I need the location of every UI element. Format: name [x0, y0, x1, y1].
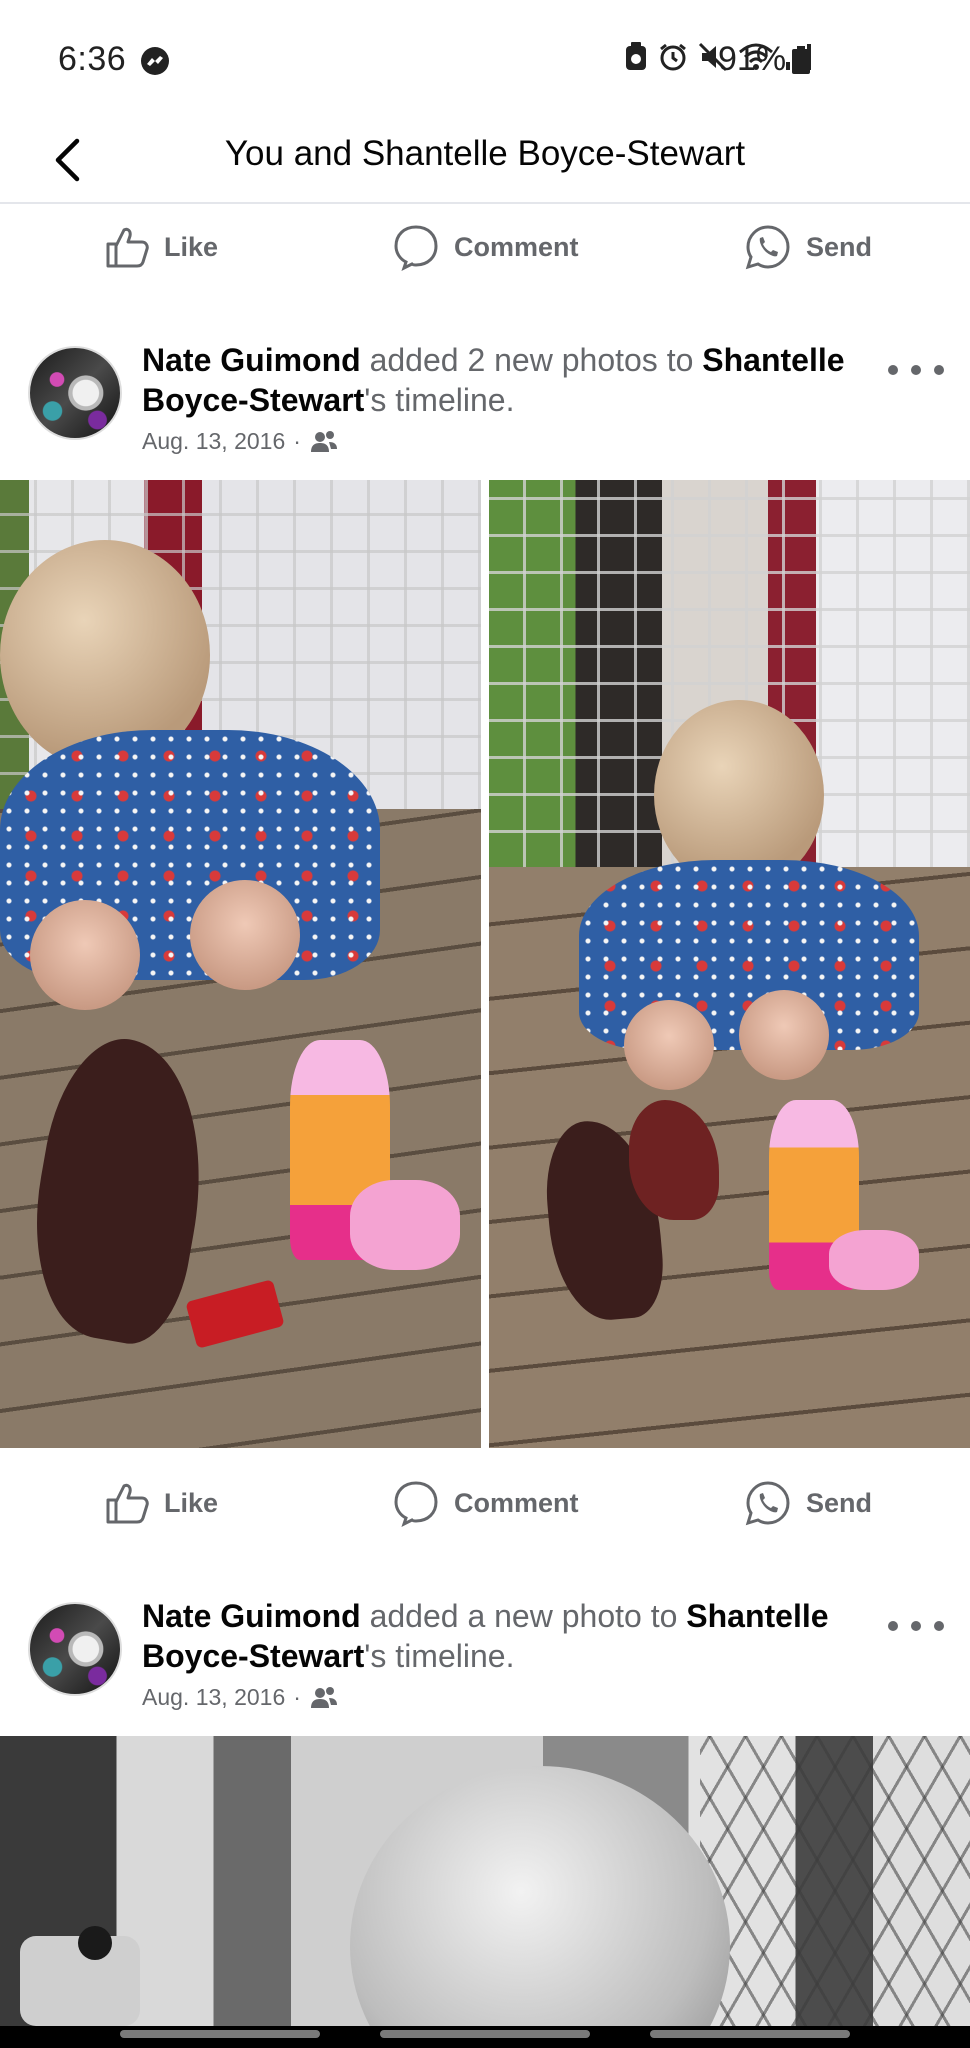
thumbs-up-icon [106, 1483, 149, 1524]
post-story-text: Nate Guimond added a new photo to Shante… [142, 1598, 829, 1674]
more-options-button[interactable] [888, 350, 944, 390]
status-bar: 6:36 91% [0, 0, 970, 120]
thumbs-up-icon [106, 227, 149, 268]
comment-bubble-icon [394, 225, 438, 271]
more-dots-icon [888, 365, 898, 375]
comment-button[interactable]: Comment [392, 223, 579, 271]
data-saver-icon [624, 42, 648, 72]
post-date[interactable]: Aug. 13, 2016 [142, 1684, 285, 1711]
comment-label: Comment [454, 1487, 579, 1518]
post-header: Nate Guimond added 2 new photos to Shant… [0, 330, 970, 480]
messenger-icon [140, 46, 170, 76]
friends-icon [310, 1686, 337, 1708]
more-options-button[interactable] [888, 1606, 944, 1646]
photo-3[interactable] [0, 1736, 970, 2026]
post-story-text: Nate Guimond added 2 new photos to Shant… [142, 342, 845, 418]
comment-button[interactable]: Comment [392, 1479, 579, 1527]
send-button[interactable]: Send [744, 223, 872, 271]
photo-grid [0, 480, 970, 1448]
comment-bubble-icon [394, 1481, 438, 1527]
send-label: Send [806, 1487, 873, 1518]
avatar[interactable] [28, 346, 122, 440]
nav-back[interactable] [650, 2030, 850, 2038]
avatar[interactable] [28, 1602, 122, 1696]
post-meta: Aug. 13, 2016 · [142, 428, 339, 455]
post-actions: Like Comment Send [0, 1448, 970, 1558]
comment-label: Comment [454, 231, 579, 262]
author-name[interactable]: Nate Guimond [142, 1598, 361, 1634]
like-label: Like [164, 231, 219, 262]
whatsapp-send-icon [745, 1481, 790, 1526]
post-meta: Aug. 13, 2016 · [142, 1684, 339, 1711]
battery-icon [792, 46, 810, 79]
post-actions: Like Comment Send [0, 192, 970, 302]
post-date[interactable]: Aug. 13, 2016 [142, 428, 285, 455]
post-header: Nate Guimond added a new photo to Shante… [0, 1586, 970, 1736]
nav-recents[interactable] [120, 2030, 320, 2038]
nav-home[interactable] [380, 2030, 590, 2038]
whatsapp-send-icon [745, 225, 790, 270]
like-label: Like [164, 1487, 219, 1518]
system-nav-bar [0, 2026, 970, 2048]
alarm-icon [658, 42, 688, 72]
send-button[interactable]: Send [744, 1479, 872, 1527]
like-button[interactable]: Like [104, 1480, 218, 1526]
send-label: Send [806, 231, 873, 262]
more-dots-icon [888, 1621, 898, 1631]
author-name[interactable]: Nate Guimond [142, 342, 361, 378]
friends-icon [310, 430, 337, 452]
status-time: 6:36 [58, 40, 127, 78]
photo-1[interactable] [0, 480, 481, 1448]
photo-2[interactable] [489, 480, 970, 1448]
battery-percent: 91% [718, 40, 787, 78]
like-button[interactable]: Like [104, 224, 218, 270]
page-title: You and Shantelle Boyce-Stewart [224, 134, 746, 173]
